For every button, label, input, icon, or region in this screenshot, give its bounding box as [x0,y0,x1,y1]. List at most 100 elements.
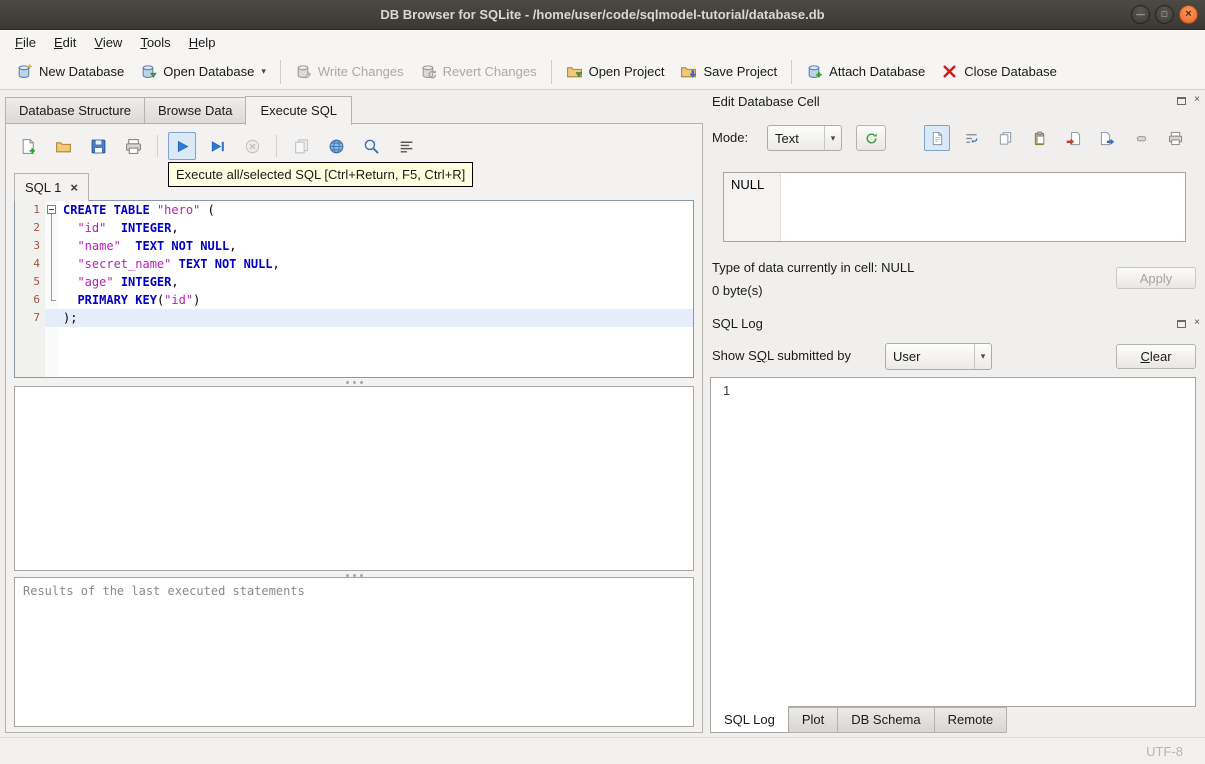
code-line[interactable]: 7); [15,309,693,327]
open-project-button[interactable]: Open Project [558,58,673,85]
text-view-icon [932,131,942,145]
line-number: 5 [33,275,40,288]
word-wrap-button[interactable] [958,125,984,151]
clear-log-button[interactable]: Clear [1116,344,1196,369]
statusbar: UTF-8 [0,737,1205,764]
code-line[interactable]: 3 "name" TEXT NOT NULL, [15,237,693,255]
fold-marker-icon [45,219,58,237]
text-view-button[interactable] [924,125,950,151]
code-text: PRIMARY KEY("id") [77,293,201,307]
splitter-handle[interactable] [14,379,694,385]
code-text: ); [58,309,693,327]
menu-tools[interactable]: Tools [131,32,179,53]
right-dock: Edit Database Cell × Mode: Text ▾ NULL T… [705,90,1205,737]
code-line[interactable]: 2 "id" INTEGER, [15,219,693,237]
globe-icon [329,139,343,153]
main-tab-bar: Database Structure Browse Data Execute S… [5,96,353,125]
open-database-dropdown-icon[interactable]: ▾ [261,66,266,80]
window-titlebar[interactable]: DB Browser for SQLite - /home/user/code/… [0,0,1205,30]
sql-editor-tab[interactable]: SQL 1 × [14,173,89,201]
chevron-down-icon: ▾ [824,126,841,150]
save-project-button[interactable]: Save Project [672,58,785,85]
tab-database-structure[interactable]: Database Structure [5,97,146,124]
tab-remote[interactable]: Remote [933,707,1008,733]
cell-toolbar [924,125,1188,151]
open-project-icon [566,67,582,78]
export-button[interactable] [1094,125,1120,151]
fold-marker-icon[interactable] [45,291,58,309]
print-button[interactable] [119,132,147,160]
revert-changes-button[interactable]: Revert Changes [412,58,545,85]
new-database-button[interactable]: New Database [8,58,132,85]
find-button[interactable] [357,132,385,160]
write-changes-button[interactable]: Write Changes [287,58,412,85]
close-dock-icon[interactable]: × [1191,94,1203,106]
results-grid [14,386,694,571]
open-database-button[interactable]: Open Database ▾ [132,58,274,85]
tab-plot[interactable]: Plot [787,707,839,733]
apply-button[interactable]: Apply [1116,267,1196,289]
copy-results-button[interactable] [287,132,315,160]
auto-refresh-button[interactable] [856,125,886,151]
copy-icon [999,131,1011,145]
menu-edit[interactable]: Edit [45,32,85,53]
print-cell-button[interactable] [1162,125,1188,151]
float-dock-icon[interactable] [1175,318,1187,330]
execute-line-button[interactable] [203,132,231,160]
stop-button[interactable] [238,132,266,160]
paste-button[interactable] [1026,125,1052,151]
menu-help[interactable]: Help [180,32,225,53]
new-tab-button[interactable] [14,132,42,160]
copy-button[interactable] [992,125,1018,151]
attach-database-label: Attach Database [829,64,926,79]
minimize-button[interactable]: — [1131,5,1150,24]
code-line[interactable]: 1 CREATE TABLE "hero" ( [15,201,693,219]
fold-marker-icon [45,237,58,255]
tab-db-schema[interactable]: DB Schema [837,707,935,733]
cell-value-editor[interactable]: NULL [723,172,1186,242]
import-icon [1066,131,1080,145]
execute-all-button[interactable] [168,132,196,160]
tab-execute-sql[interactable]: Execute SQL [245,96,353,125]
float-dock-icon[interactable] [1175,95,1187,107]
menu-file[interactable]: File [6,32,45,53]
code-line[interactable]: 4 "secret_name" TEXT NOT NULL, [15,255,693,273]
close-dock-icon[interactable]: × [1191,317,1203,329]
fold-marker-icon [45,309,58,327]
encoding-indicator: UTF-8 [1146,744,1183,759]
maximize-button[interactable]: □ [1155,5,1174,24]
menu-view[interactable]: View [85,32,131,53]
sql-log-area[interactable]: 1 [710,377,1196,707]
code-line[interactable]: 6 PRIMARY KEY("id") [15,291,693,309]
close-button[interactable]: × [1179,5,1198,24]
format-sql-icon [400,141,412,153]
tab-sql-log[interactable]: SQL Log [710,706,789,733]
globe-button[interactable] [322,132,350,160]
toolbar-separator [791,59,793,84]
toolbar-separator [157,135,158,157]
save-sql-file-button[interactable] [84,132,112,160]
set-null-button[interactable] [1128,125,1154,151]
code-line[interactable]: 5 "age" INTEGER, [15,273,693,291]
save-project-icon [681,67,697,78]
close-database-button[interactable]: Close Database [933,58,1065,85]
mode-combobox[interactable]: Text ▾ [767,125,842,151]
open-sql-file-icon [55,141,71,152]
export-icon [1100,131,1114,145]
attach-database-button[interactable]: Attach Database [798,58,933,85]
fold-marker-icon[interactable] [45,201,58,219]
code-lines: 1 CREATE TABLE "hero" (2 "id" INTEGER, 3 "… [15,201,693,327]
results-message-area: Results of the last executed statements [14,577,694,727]
import-button[interactable] [1060,125,1086,151]
sql-code-editor[interactable]: 1 CREATE TABLE "hero" (2 "id" INTEGER, 3 "… [14,200,694,378]
open-project-label: Open Project [588,64,665,79]
close-tab-icon[interactable]: × [70,181,78,194]
open-sql-file-button[interactable] [49,132,77,160]
format-sql-button[interactable] [392,132,420,160]
log-filter-combobox[interactable]: User ▾ [885,343,992,370]
paste-icon [1034,131,1044,145]
results-placeholder: Results of the last executed statements [23,584,305,598]
tab-browse-data[interactable]: Browse Data [144,97,247,124]
new-tab-icon [22,138,35,154]
find-icon [364,139,379,154]
